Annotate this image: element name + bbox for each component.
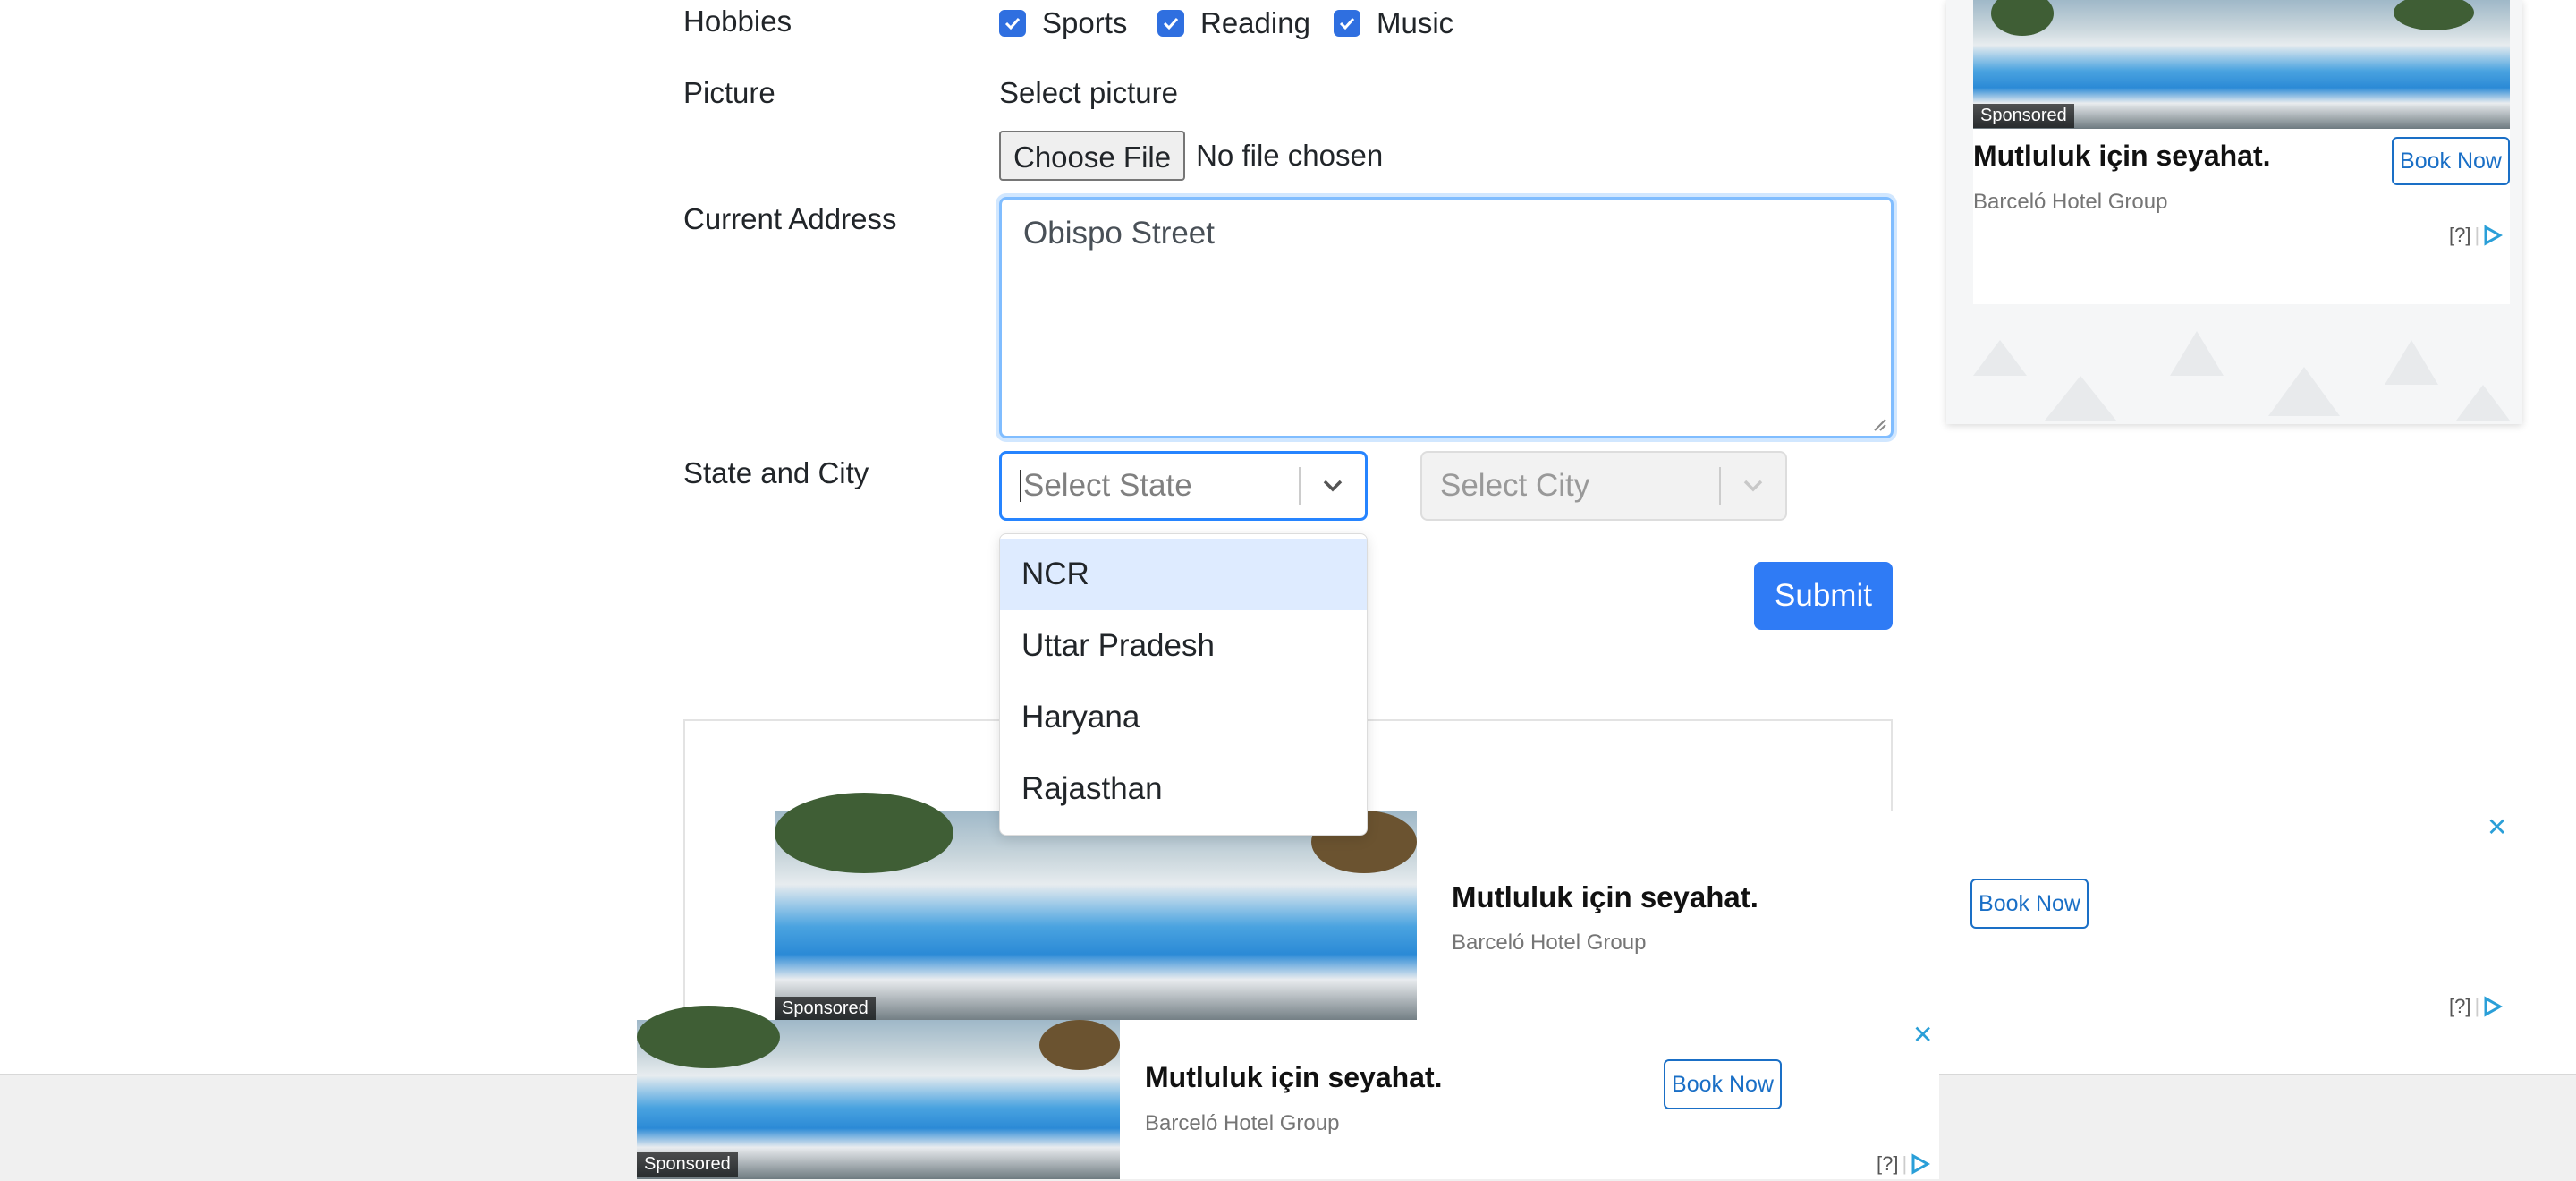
- no-file-text: No file chosen: [1196, 139, 1384, 172]
- current-address-label: Current Address: [683, 202, 897, 235]
- adchoices-text[interactable]: [?]: [2449, 995, 2470, 1018]
- hobby-reading-label[interactable]: Reading: [1200, 6, 1310, 40]
- ad-brand: Barceló Hotel Group: [1452, 930, 1647, 955]
- submit-button[interactable]: Submit: [1754, 562, 1893, 630]
- sponsored-badge: Sponsored: [775, 997, 876, 1021]
- city-select-placeholder: Select City: [1440, 468, 1590, 503]
- adchoices-icon[interactable]: [2483, 996, 2504, 1017]
- chevron-down-icon[interactable]: [1721, 453, 1785, 519]
- checkbox-checked-icon[interactable]: [1157, 10, 1184, 37]
- ad-brand: Barceló Hotel Group: [1973, 190, 2168, 214]
- hobby-reading-checkbox[interactable]: Reading: [1157, 6, 1310, 40]
- current-address-value: Obispo Street: [1023, 216, 1215, 251]
- sticky-ad[interactable]: Sponsored Mutluluk için seyahat. Barceló…: [637, 1006, 1939, 1179]
- adchoices[interactable]: [?] |: [1877, 1152, 1931, 1176]
- sidebar-ad[interactable]: Sponsored Mutluluk için seyahat. Book No…: [1946, 0, 2522, 424]
- hobbies-label: Hobbies: [683, 4, 792, 38]
- checkbox-checked-icon[interactable]: [1334, 10, 1360, 37]
- checkbox-checked-icon[interactable]: [999, 10, 1026, 37]
- state-dropdown-menu[interactable]: NCR Uttar Pradesh Haryana Rajasthan: [999, 533, 1368, 836]
- book-now-button[interactable]: Book Now: [2392, 137, 2510, 185]
- book-now-button[interactable]: Book Now: [1970, 879, 2089, 929]
- ad-hotel-image[interactable]: [775, 793, 1417, 1022]
- resize-handle-icon[interactable]: [1871, 416, 1887, 432]
- hobby-sports-checkbox[interactable]: Sports: [999, 6, 1127, 40]
- adchoices-icon[interactable]: [1911, 1153, 1931, 1175]
- adchoices-icon[interactable]: [2483, 225, 2504, 246]
- banner-ad[interactable]: Sponsored Mutluluk için seyahat. Barceló…: [775, 793, 2537, 1022]
- ad-background-pattern: [1973, 331, 2510, 421]
- current-address-textarea[interactable]: Obispo Street: [999, 197, 1894, 438]
- hobby-sports-label[interactable]: Sports: [1042, 6, 1127, 40]
- choose-file-button[interactable]: Choose File: [999, 131, 1186, 181]
- close-icon[interactable]: ✕: [1912, 1020, 1933, 1049]
- file-input[interactable]: Choose File No file chosen: [999, 131, 1383, 181]
- hobby-music-checkbox[interactable]: Music: [1334, 6, 1453, 40]
- state-option-uttar-pradesh[interactable]: Uttar Pradesh: [1000, 610, 1367, 682]
- chevron-down-icon[interactable]: [1301, 454, 1365, 518]
- ad-title[interactable]: Mutluluk için seyahat.: [1973, 140, 2271, 173]
- state-city-label: State and City: [683, 456, 869, 489]
- sponsored-badge: Sponsored: [637, 1152, 738, 1177]
- book-now-button[interactable]: Book Now: [1664, 1059, 1782, 1109]
- state-option-ncr[interactable]: NCR: [1000, 539, 1367, 610]
- city-select[interactable]: Select City: [1420, 451, 1787, 521]
- select-picture-label: Select picture: [999, 76, 1178, 109]
- sponsored-badge: Sponsored: [1973, 104, 2074, 128]
- adchoices[interactable]: [?] |: [2449, 224, 2504, 247]
- picture-label: Picture: [683, 76, 775, 109]
- adchoices-text[interactable]: [?]: [1877, 1152, 1898, 1176]
- state-option-haryana[interactable]: Haryana: [1000, 682, 1367, 753]
- close-icon[interactable]: ✕: [2487, 812, 2507, 842]
- adchoices-text[interactable]: [?]: [2449, 224, 2470, 247]
- hobby-music-label[interactable]: Music: [1377, 6, 1453, 40]
- ad-title[interactable]: Mutluluk için seyahat.: [1145, 1061, 1443, 1094]
- state-option-rajasthan[interactable]: Rajasthan: [1000, 753, 1367, 825]
- adchoices[interactable]: [?] |: [2449, 995, 2504, 1018]
- ad-brand: Barceló Hotel Group: [1145, 1111, 1340, 1135]
- state-select-placeholder: Select State: [1023, 468, 1192, 503]
- ad-title[interactable]: Mutluluk için seyahat.: [1452, 880, 1758, 914]
- state-select[interactable]: Select State: [999, 451, 1368, 521]
